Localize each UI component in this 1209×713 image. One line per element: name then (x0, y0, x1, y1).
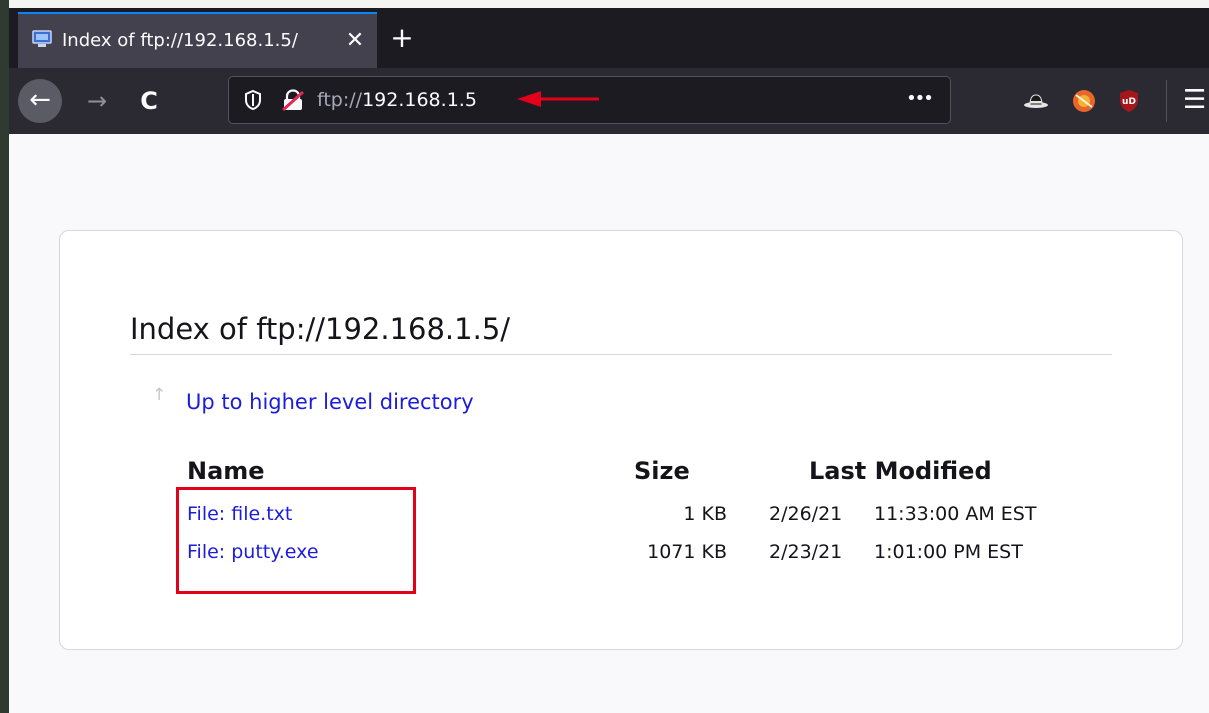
file-date: 2/23/21 (769, 541, 843, 563)
menu-button[interactable]: ☰ (1183, 85, 1209, 115)
table-row: File: file.txt 1 KB 2/26/21 11:33:00 AM … (60, 499, 1184, 533)
insecure-connection-icon[interactable] (281, 89, 305, 112)
svg-text:uD: uD (1122, 97, 1136, 107)
tab-strip: Index of ftp://192.168.1.5/ ✕ + (9, 12, 1209, 68)
table-row: File: putty.exe 1071 KB 2/23/21 1:01:00 … (60, 537, 1184, 571)
close-icon[interactable]: ✕ (343, 29, 367, 53)
reload-button[interactable]: C (129, 79, 169, 123)
tab-ftp-index[interactable]: Index of ftp://192.168.1.5/ ✕ (18, 12, 377, 68)
column-header-name[interactable]: Name (187, 456, 265, 486)
file-link[interactable]: File: putty.exe (187, 537, 319, 567)
hat-icon[interactable] (1022, 87, 1050, 115)
column-header-size[interactable]: Size (634, 456, 690, 486)
arrow-up-icon: ↑ (152, 385, 167, 405)
toolbar-separator (1166, 80, 1167, 122)
file-link[interactable]: File: file.txt (187, 499, 292, 529)
file-size: 1071 KB (647, 541, 727, 563)
page-title: Index of ftp://192.168.1.5/ (130, 309, 1112, 355)
url-text[interactable]: ftp://192.168.1.5 (317, 87, 477, 113)
file-date: 2/26/21 (769, 503, 843, 525)
ublock-origin-icon[interactable]: uD (1115, 87, 1143, 115)
nav-toolbar: ← → C ftp://192.168.1.5 ••• uD ☰ (9, 68, 1209, 134)
shield-icon[interactable] (243, 89, 263, 111)
ball-icon[interactable] (1070, 87, 1098, 115)
url-host: 192.168.1.5 (362, 89, 477, 111)
back-button[interactable]: ← (18, 79, 62, 123)
file-time: 11:33:00 AM EST (874, 503, 1037, 525)
monitor-icon (32, 30, 52, 48)
tab-title: Index of ftp://192.168.1.5/ (62, 30, 298, 51)
browser-window: Index of ftp://192.168.1.5/ ✕ + ← → C ft… (0, 0, 1209, 713)
file-time: 1:01:00 PM EST (874, 541, 1023, 563)
new-tab-button[interactable]: + (387, 24, 417, 54)
page-actions-button[interactable]: ••• (904, 87, 934, 113)
window-top-border (0, 0, 1209, 12)
url-scheme: ftp:// (317, 89, 363, 111)
column-header-last-modified[interactable]: Last Modified (809, 456, 992, 486)
forward-button[interactable]: → (77, 79, 117, 123)
page-content: Index of ftp://192.168.1.5/ ↑ Up to high… (9, 134, 1209, 713)
file-size: 1 KB (683, 503, 727, 525)
directory-listing-card: Index of ftp://192.168.1.5/ ↑ Up to high… (59, 230, 1183, 650)
window-left-border (0, 0, 9, 713)
parent-directory-link[interactable]: Up to higher level directory (186, 389, 474, 415)
annotation-arrow (517, 91, 599, 107)
